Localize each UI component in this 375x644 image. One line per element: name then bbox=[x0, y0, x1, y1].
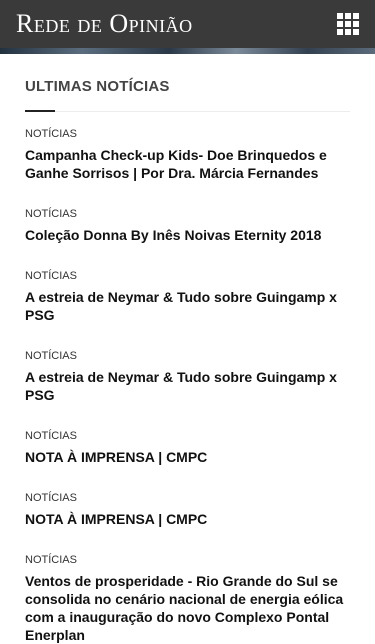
news-title-link[interactable]: Ventos de prosperidade - Rio Grande do S… bbox=[25, 572, 350, 644]
grid-dot bbox=[337, 13, 343, 19]
news-category[interactable]: NOTÍCIAS bbox=[25, 554, 350, 566]
news-title-link[interactable]: A estreia de Neymar & Tudo sobre Guingam… bbox=[25, 288, 350, 324]
grid-dot bbox=[353, 29, 359, 35]
news-title-link[interactable]: Coleção Donna By Inês Noivas Eternity 20… bbox=[25, 226, 350, 244]
grid-menu-icon[interactable] bbox=[337, 13, 359, 35]
site-logo[interactable]: Rede de Opinião bbox=[16, 9, 193, 39]
site-header: Rede de Opinião bbox=[0, 0, 375, 48]
grid-dot bbox=[337, 29, 343, 35]
news-category[interactable]: NOTÍCIAS bbox=[25, 492, 350, 504]
news-item: NOTÍCIAS Campanha Check-up Kids- Doe Bri… bbox=[25, 128, 350, 182]
news-item: NOTÍCIAS Coleção Donna By Inês Noivas Et… bbox=[25, 208, 350, 244]
news-item: NOTÍCIAS NOTA À IMPRENSA | CMPC bbox=[25, 430, 350, 466]
news-category[interactable]: NOTÍCIAS bbox=[25, 350, 350, 362]
news-category[interactable]: NOTÍCIAS bbox=[25, 430, 350, 442]
news-title-link[interactable]: NOTA À IMPRENSA | CMPC bbox=[25, 510, 350, 528]
news-item: NOTÍCIAS A estreia de Neymar & Tudo sobr… bbox=[25, 350, 350, 404]
news-item: NOTÍCIAS NOTA À IMPRENSA | CMPC bbox=[25, 492, 350, 528]
grid-dot bbox=[345, 29, 351, 35]
news-title-link[interactable]: Campanha Check-up Kids- Doe Brinquedos e… bbox=[25, 146, 350, 182]
news-title-link[interactable]: A estreia de Neymar & Tudo sobre Guingam… bbox=[25, 368, 350, 404]
grid-dot bbox=[337, 21, 343, 27]
news-title-link[interactable]: NOTA À IMPRENSA | CMPC bbox=[25, 448, 350, 466]
grid-dot bbox=[345, 21, 351, 27]
grid-dot bbox=[345, 13, 351, 19]
main-content: ULTIMAS NOTÍCIAS NOTÍCIAS Campanha Check… bbox=[0, 54, 375, 644]
news-category[interactable]: NOTÍCIAS bbox=[25, 128, 350, 140]
news-list: NOTÍCIAS Campanha Check-up Kids- Doe Bri… bbox=[25, 128, 350, 644]
news-category[interactable]: NOTÍCIAS bbox=[25, 270, 350, 282]
news-item: NOTÍCIAS A estreia de Neymar & Tudo sobr… bbox=[25, 270, 350, 324]
grid-dot bbox=[353, 21, 359, 27]
news-category[interactable]: NOTÍCIAS bbox=[25, 208, 350, 220]
section-title: ULTIMAS NOTÍCIAS bbox=[25, 78, 350, 112]
news-item: NOTÍCIAS Ventos de prosperidade - Rio Gr… bbox=[25, 554, 350, 644]
grid-dot bbox=[353, 13, 359, 19]
